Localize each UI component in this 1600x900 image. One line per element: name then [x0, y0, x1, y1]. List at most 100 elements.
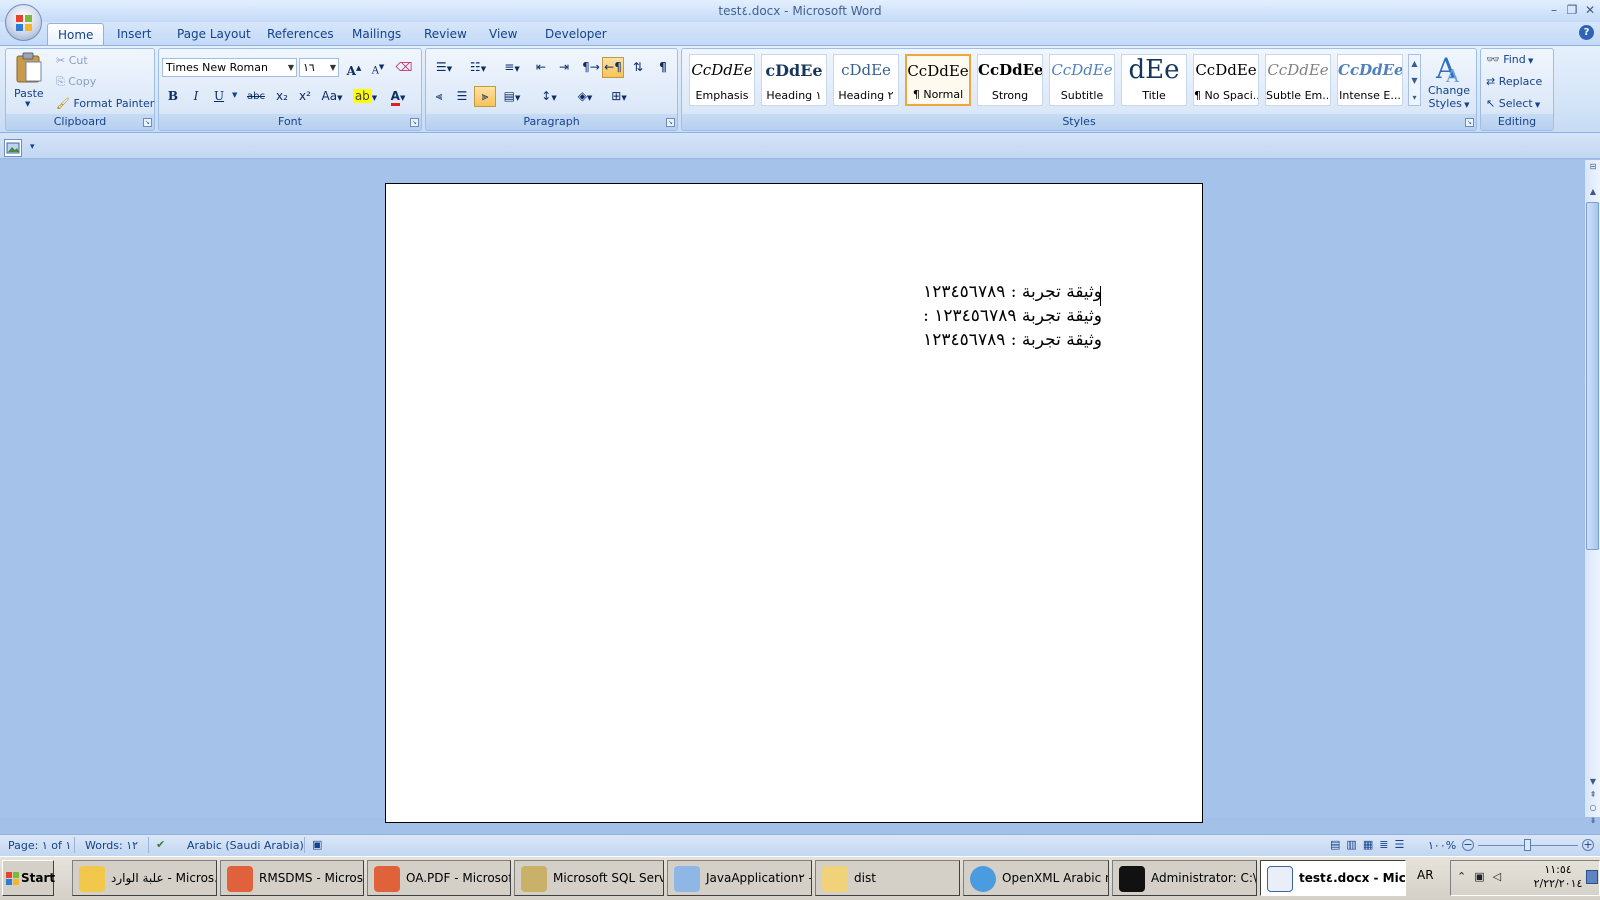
styles-launcher-icon[interactable]: ↘ — [1465, 118, 1474, 127]
italic-button[interactable]: I — [185, 86, 207, 107]
sort-button[interactable]: ⇅ — [627, 57, 649, 78]
style-title[interactable]: dEe Title — [1121, 54, 1187, 106]
browse-object-icon[interactable]: ○ — [1587, 801, 1599, 814]
next-page-icon[interactable]: ⇟ — [1587, 814, 1599, 827]
draft-icon[interactable]: ☰ — [1394, 838, 1410, 851]
show-hide-button[interactable]: ¶ — [652, 57, 674, 78]
full-screen-reading-icon[interactable]: ▥ — [1346, 838, 1362, 851]
help-icon[interactable]: ? — [1579, 25, 1594, 40]
subscript-button[interactable]: x₂ — [271, 86, 293, 107]
style-no-spacing[interactable]: CcDdEe ¶ No Spaci... — [1193, 54, 1259, 106]
taskbar-item-word[interactable]: test٤.docx - Mic... — [1260, 860, 1406, 896]
previous-page-icon[interactable]: ⇞ — [1587, 788, 1599, 801]
print-layout-icon[interactable]: ▤ — [1330, 838, 1346, 851]
view-buttons[interactable]: ▤▥▦≣☰ — [1330, 838, 1410, 851]
ltr-button[interactable]: ¶→ — [580, 57, 602, 78]
styles-gallery-scroll[interactable]: ▲ ▼ ▾ — [1408, 54, 1421, 106]
format-painter-button[interactable]: 🖌 Format Painter — [56, 97, 154, 110]
font-name-combo[interactable]: Times New Roman ▼ — [162, 58, 297, 77]
scroll-down-icon[interactable]: ▼ — [1409, 72, 1420, 89]
line-spacing-button[interactable]: ↕▼ — [534, 86, 564, 107]
taskbar-item-ie[interactable]: OpenXML Arabic n... — [963, 860, 1109, 896]
clock[interactable]: ١١:٥٤ ٢/٢٢/٢٠١٤ — [1528, 863, 1588, 891]
page-count-status[interactable]: Page: ١ of ١ — [8, 839, 71, 852]
numbering-button[interactable]: ☷▼ — [462, 57, 494, 78]
taskbar-item-cmd[interactable]: Administrator: C:\... — [1112, 860, 1257, 896]
zoom-level[interactable]: ١٠٠% — [1428, 839, 1456, 852]
web-layout-icon[interactable]: ▦ — [1363, 838, 1379, 851]
tab-home[interactable]: Home — [47, 23, 105, 45]
zoom-slider-handle[interactable] — [1524, 839, 1531, 851]
underline-button[interactable]: U — [208, 86, 230, 107]
replace-button[interactable]: ⇄ Replace — [1486, 75, 1542, 88]
paste-dropdown-icon[interactable]: ▼ — [25, 100, 30, 108]
minimize-button[interactable]: – — [1545, 2, 1563, 18]
tab-page-layout[interactable]: Page Layout — [167, 23, 261, 45]
change-case-button[interactable]: Aa▼ — [318, 86, 346, 107]
qat-customize-icon[interactable]: ▾ — [30, 142, 35, 152]
style-subtle-emphasis[interactable]: CcDdEe Subtle Em... — [1265, 54, 1331, 106]
document-line-1[interactable]: وثيقة تجربة : ١٢٣٤٥٦٧٨٩ — [923, 282, 1102, 302]
rtl-button[interactable]: ←¶ — [602, 57, 624, 78]
increase-indent-button[interactable]: ⇥ — [553, 57, 575, 78]
font-size-combo[interactable]: ١٦ ▼ — [299, 58, 339, 77]
document-line-3[interactable]: وثيقة تجربة : ١٢٣٤٥٦٧٨٩ — [923, 330, 1102, 350]
bullets-button[interactable]: ☰▼ — [428, 57, 460, 78]
tab-mailings[interactable]: Mailings — [342, 23, 411, 45]
document-page[interactable]: وثيقة تجربة : ١٢٣٤٥٦٧٨٩ وثيقة تجربة ١٢٣٤… — [385, 183, 1203, 823]
word-count-status[interactable]: Words: ١٢ — [85, 839, 138, 852]
shrink-font-button[interactable]: A▼ — [367, 57, 389, 78]
style-emphasis[interactable]: CcDdEe Emphasis — [689, 54, 755, 106]
outline-icon[interactable]: ≣ — [1379, 838, 1394, 851]
scroll-nav-buttons[interactable]: ▼ ⇞ ○ ⇟ — [1587, 775, 1599, 827]
clipboard-launcher-icon[interactable]: ↘ — [143, 118, 152, 127]
strikethrough-button[interactable]: abc — [243, 86, 269, 107]
close-button[interactable]: ✕ — [1581, 2, 1599, 18]
highlight-button[interactable]: ab ▼ — [350, 86, 380, 107]
taskbar-item-oa-pdf[interactable]: OA.PDF - Microsof... — [367, 860, 511, 896]
font-launcher-icon[interactable]: ↘ — [410, 118, 419, 127]
taskbar-item-sql-server[interactable]: Microsoft SQL Serv... — [514, 860, 664, 896]
tab-view[interactable]: View — [479, 23, 527, 45]
cut-button[interactable]: ✂ Cut — [56, 54, 88, 67]
taskbar-item-dist[interactable]: dist — [815, 860, 960, 896]
maximize-button[interactable]: ❐ — [1563, 2, 1581, 18]
taskbar-item-outlook[interactable]: علبة الوارد - Micros... — [72, 860, 217, 896]
justify-button[interactable]: ▤▼ — [497, 86, 527, 107]
volume-icon[interactable]: ◁ — [1493, 870, 1509, 883]
macro-record-icon[interactable]: ▣ — [312, 838, 322, 851]
paragraph-launcher-icon[interactable]: ↘ — [666, 118, 675, 127]
superscript-button[interactable]: x² — [294, 86, 316, 107]
multilevel-list-button[interactable]: ≡▼ — [496, 57, 528, 78]
tab-review[interactable]: Review — [414, 23, 477, 45]
show-desktop-icon[interactable] — [1586, 870, 1598, 884]
copy-button[interactable]: ⎘ Copy — [56, 75, 96, 89]
language-status[interactable]: Arabic (Saudi Arabia) — [187, 839, 304, 852]
align-center-button[interactable]: ☰ — [451, 86, 473, 107]
grow-font-button[interactable]: A▲ — [343, 57, 365, 78]
input-language-indicator[interactable]: AR — [1417, 868, 1434, 882]
clear-formatting-button[interactable]: ⌫ — [393, 57, 415, 78]
select-button[interactable]: ↖ Select ▼ — [1486, 97, 1540, 110]
taskbar-item-java-app[interactable]: JavaApplication٢ - ... — [667, 860, 812, 896]
scroll-down-icon[interactable]: ▼ — [1587, 775, 1599, 788]
shading-button[interactable]: ◈▼ — [570, 86, 600, 107]
show-hidden-icons-icon[interactable]: ⌃ — [1457, 870, 1474, 883]
picture-tool-button[interactable] — [4, 139, 22, 157]
document-line-2[interactable]: وثيقة تجربة ١٢٣٤٥٦٧٨٩ : — [923, 306, 1102, 326]
style-heading-1[interactable]: cDdEe Heading ١ — [761, 54, 827, 106]
paste-button[interactable]: Paste ▼ — [12, 52, 46, 112]
font-color-button[interactable]: A▼ — [383, 86, 413, 107]
proofing-icon[interactable]: ✔ — [156, 838, 165, 851]
tab-references[interactable]: References — [257, 23, 344, 45]
decrease-indent-button[interactable]: ⇤ — [530, 57, 552, 78]
tab-insert[interactable]: Insert — [107, 23, 161, 45]
scrollbar-thumb[interactable] — [1586, 202, 1599, 550]
align-left-button[interactable]: ⫷ — [428, 86, 450, 107]
zoom-out-icon[interactable]: − — [1462, 839, 1474, 851]
borders-button[interactable]: ⊞▼ — [604, 86, 634, 107]
zoom-in-icon[interactable]: + — [1582, 839, 1594, 851]
style-normal[interactable]: CcDdEe ¶ Normal — [905, 54, 971, 106]
style-strong[interactable]: CcDdEe Strong — [977, 54, 1043, 106]
ruler-toggle-icon[interactable]: ⊟ — [1587, 162, 1599, 171]
